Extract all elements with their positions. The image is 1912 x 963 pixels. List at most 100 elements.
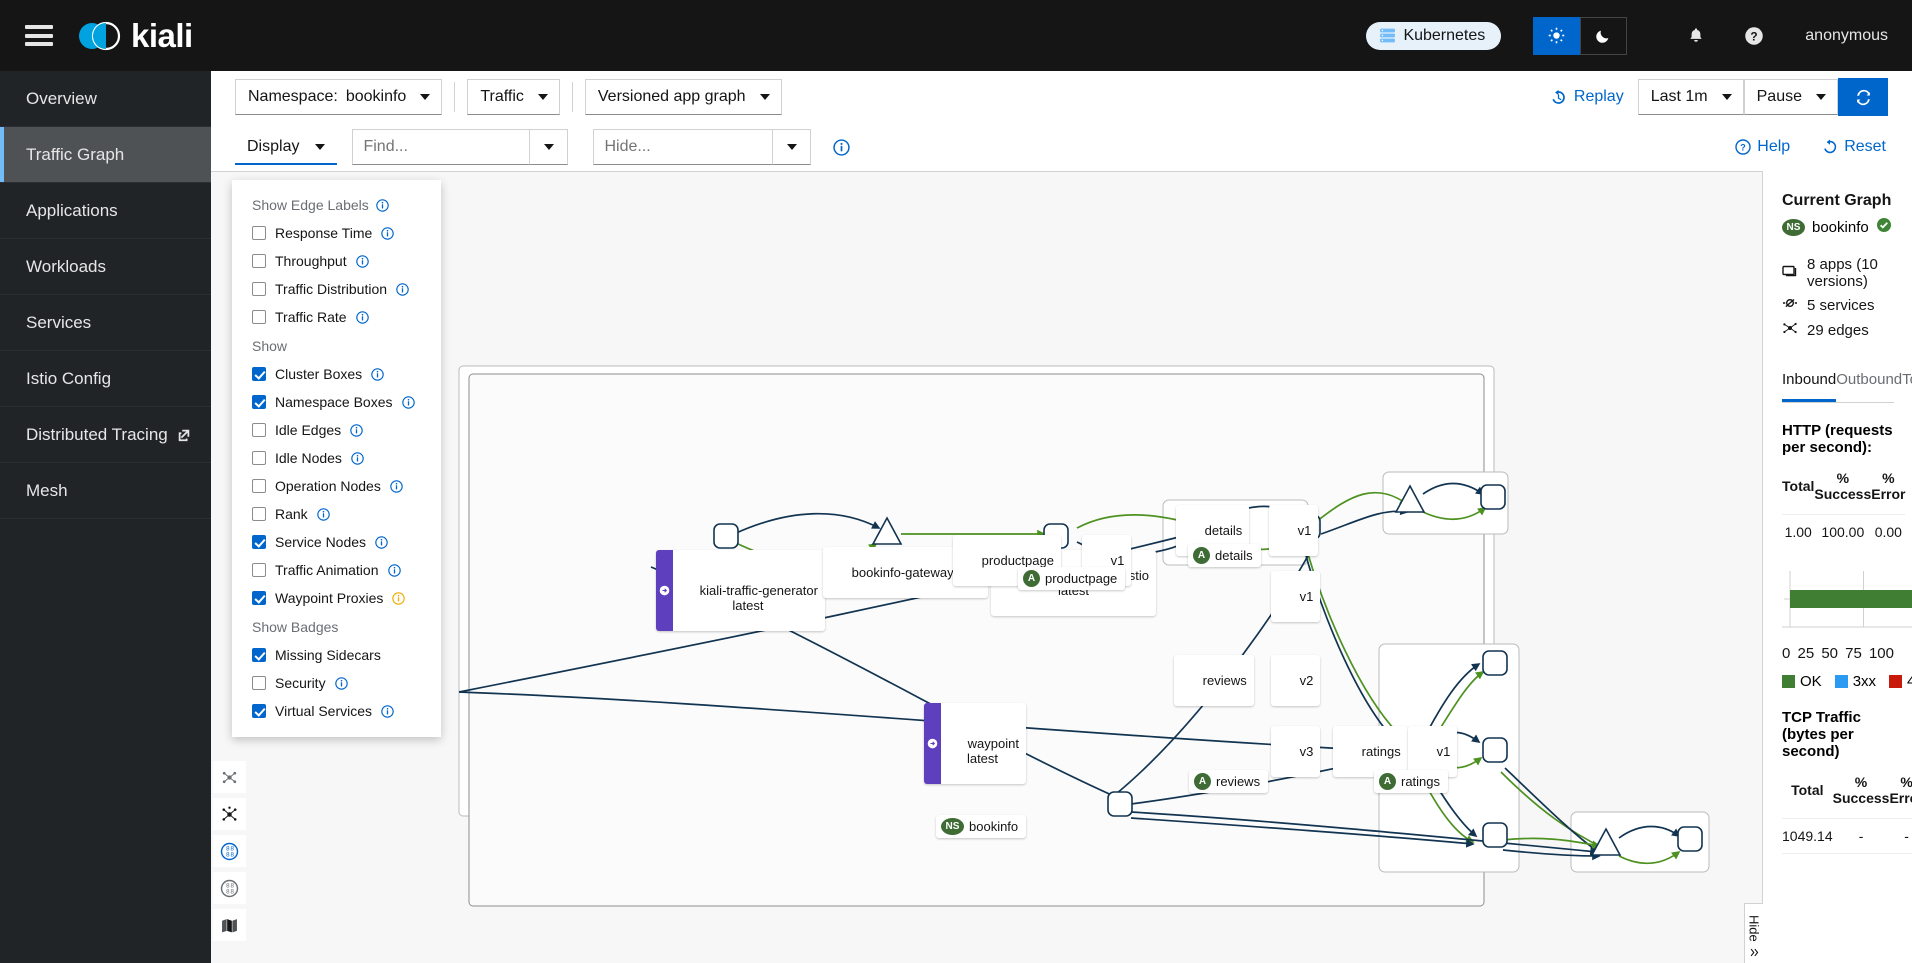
- panel-hide-handle[interactable]: Hide: [1744, 903, 1763, 963]
- cluster-chip[interactable]: Kubernetes: [1366, 21, 1502, 50]
- info-icon[interactable]: [375, 535, 388, 549]
- user-menu[interactable]: anonymous: [1805, 27, 1888, 45]
- info-icon[interactable]: [355, 254, 369, 268]
- info-icon[interactable]: [390, 479, 403, 493]
- layout-grid-icon[interactable]: 8888: [213, 872, 246, 904]
- sidebar-item-workloads[interactable]: Workloads: [0, 239, 211, 295]
- sidebar-item-services[interactable]: Services: [0, 295, 211, 351]
- sidebar-item-applications[interactable]: Applications: [0, 183, 211, 239]
- app-box-label-reviews[interactable]: A reviews: [1189, 770, 1269, 793]
- warning-info-icon[interactable]: [392, 591, 406, 605]
- checkbox[interactable]: [252, 676, 266, 690]
- info-icon[interactable]: [355, 310, 369, 324]
- reset-button[interactable]: Reset: [1822, 138, 1886, 156]
- display-option-operation-nodes[interactable]: Operation Nodes: [232, 472, 441, 500]
- legend-item-ok[interactable]: OK: [1782, 673, 1822, 690]
- sidebar-item-distributed-tracing[interactable]: Distributed Tracing: [0, 407, 211, 463]
- info-icon[interactable]: [350, 423, 363, 437]
- refresh-interval-select[interactable]: Pause: [1743, 79, 1838, 115]
- display-option-response-time[interactable]: Response Time: [232, 219, 441, 247]
- display-option-namespace-boxes[interactable]: Namespace Boxes: [232, 388, 441, 416]
- help-link[interactable]: ? Help: [1735, 138, 1790, 156]
- traffic-select[interactable]: Traffic: [467, 79, 560, 115]
- sidebar-item-overview[interactable]: Overview: [0, 71, 211, 127]
- info-icon[interactable]: [401, 395, 415, 409]
- display-dropdown-menu[interactable]: Show Edge Labels Response Time Throughpu…: [232, 180, 441, 737]
- theme-dark-button[interactable]: [1580, 16, 1628, 55]
- tab-outbound[interactable]: Outbound: [1836, 362, 1902, 402]
- display-option-traffic-animation[interactable]: Traffic Animation: [232, 556, 441, 584]
- app-box-label-details[interactable]: A details: [1188, 544, 1261, 567]
- menu-icon[interactable]: [25, 25, 53, 46]
- duration-select[interactable]: Last 1m: [1637, 79, 1744, 115]
- checkbox[interactable]: [252, 367, 266, 381]
- brand[interactable]: kiali: [77, 16, 193, 56]
- app-box-label-ratings[interactable]: A ratings: [1374, 770, 1449, 793]
- info-icon[interactable]: [396, 282, 409, 296]
- theme-light-button[interactable]: [1533, 16, 1581, 55]
- display-option-virtual-services[interactable]: Virtual Services: [232, 697, 441, 725]
- tab-inbound[interactable]: Inbound: [1782, 362, 1837, 402]
- namespace-box-label[interactable]: NS bookinfo: [936, 815, 1027, 838]
- display-option-throughput[interactable]: Throughput: [232, 247, 441, 275]
- info-icon[interactable]: [371, 367, 384, 381]
- node-label-reviews-v1[interactable]: v1: [1271, 571, 1321, 622]
- theme-toggle[interactable]: [1533, 16, 1628, 55]
- zoom-fit-icon[interactable]: [213, 761, 246, 793]
- node-label-waypoint[interactable]: waypoint latest: [924, 703, 1026, 784]
- info-icon[interactable]: [381, 704, 394, 718]
- display-option-traffic-rate[interactable]: Traffic Rate: [232, 303, 441, 331]
- notifications-button[interactable]: [1677, 17, 1715, 55]
- checkbox[interactable]: [252, 395, 266, 409]
- checkbox[interactable]: [252, 704, 266, 718]
- help-button[interactable]: ?: [1735, 17, 1773, 55]
- info-icon[interactable]: [376, 198, 389, 212]
- hide-input[interactable]: [593, 129, 774, 165]
- find-input[interactable]: [352, 129, 531, 165]
- display-option-missing-sidecars[interactable]: Missing Sidecars: [232, 641, 441, 669]
- checkbox[interactable]: [252, 254, 266, 268]
- legend-item-4xx[interactable]: 4xx: [1889, 673, 1912, 690]
- app-box-label-productpage[interactable]: A productpage: [1018, 567, 1126, 590]
- find-dropdown-toggle[interactable]: [530, 129, 569, 165]
- display-option-cluster-boxes[interactable]: Cluster Boxes: [232, 360, 441, 388]
- legend-map-icon[interactable]: [213, 909, 246, 941]
- graph-type-select[interactable]: Versioned app graph: [584, 79, 782, 115]
- checkbox[interactable]: [252, 423, 266, 437]
- legend-item-3xx[interactable]: 3xx: [1834, 673, 1876, 690]
- summary-namespace-label[interactable]: bookinfo: [1812, 219, 1869, 236]
- layout-dagre-active-icon[interactable]: 8888: [213, 835, 246, 867]
- checkbox[interactable]: [252, 451, 266, 465]
- info-icon[interactable]: [381, 226, 395, 240]
- node-label-reviews-v3[interactable]: v3: [1271, 726, 1321, 777]
- checkbox[interactable]: [252, 310, 266, 324]
- checkbox[interactable]: [252, 479, 266, 493]
- hide-dropdown-toggle[interactable]: [773, 129, 812, 165]
- node-label-details-v1[interactable]: v1: [1269, 505, 1319, 556]
- node-label-reviews-service[interactable]: reviews: [1174, 655, 1254, 706]
- replay-button[interactable]: Replay: [1550, 88, 1624, 106]
- display-option-idle-nodes[interactable]: Idle Nodes: [232, 444, 441, 472]
- display-option-idle-edges[interactable]: Idle Edges: [232, 416, 441, 444]
- display-option-waypoint-proxies[interactable]: Waypoint Proxies: [232, 584, 441, 612]
- checkbox[interactable]: [252, 648, 266, 662]
- layout-graph-icon[interactable]: [213, 798, 246, 830]
- display-option-traffic-distribution[interactable]: Traffic Distribution: [232, 275, 441, 303]
- sidebar-item-mesh[interactable]: Mesh: [0, 463, 211, 519]
- checkbox[interactable]: [252, 535, 266, 549]
- checkbox[interactable]: [252, 563, 266, 577]
- sidebar-item-traffic-graph[interactable]: Traffic Graph: [0, 127, 211, 183]
- info-icon[interactable]: [316, 507, 330, 521]
- info-icon[interactable]: [387, 563, 401, 577]
- checkbox[interactable]: [252, 507, 266, 521]
- display-option-security[interactable]: Security: [232, 669, 441, 697]
- display-option-service-nodes[interactable]: Service Nodes: [232, 528, 441, 556]
- info-icon[interactable]: [334, 676, 348, 690]
- refresh-button[interactable]: [1838, 78, 1888, 116]
- display-option-rank[interactable]: Rank: [232, 500, 441, 528]
- namespace-select[interactable]: Namespace: bookinfo: [235, 79, 443, 115]
- find-hide-info-icon[interactable]: [833, 138, 851, 156]
- node-label-reviews-v2[interactable]: v2: [1271, 655, 1321, 706]
- checkbox[interactable]: [252, 226, 266, 240]
- display-dropdown-button[interactable]: Display: [235, 129, 338, 165]
